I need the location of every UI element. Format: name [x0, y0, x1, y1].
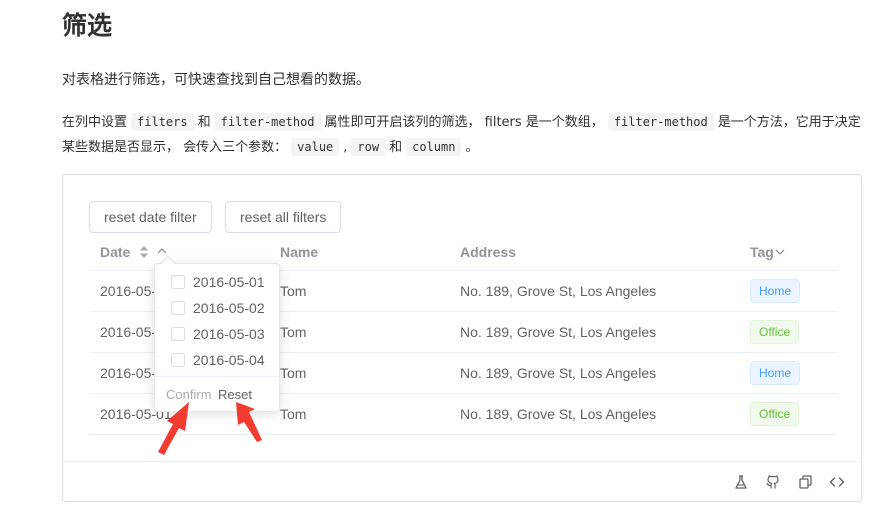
- page-detail: 在列中设置 filters 和 filter-method 属性即可开启该列的筛选， f…: [62, 110, 866, 160]
- detail-text: 属性即可开启该列的筛选， filters 是一个数组，: [324, 115, 604, 130]
- code-filter-method: filter-method: [607, 113, 714, 131]
- code-value: value: [291, 138, 340, 156]
- tag-badge-office: Office: [750, 402, 800, 426]
- detail-text: 和: [197, 115, 211, 130]
- cell-name: Tom: [280, 365, 307, 381]
- code-filters: filters: [131, 113, 194, 131]
- page-title: 筛选: [62, 11, 113, 40]
- filter-option-label: 2016-05-04: [193, 352, 265, 368]
- tag-badge-office: Office: [750, 320, 800, 344]
- copy-icon[interactable]: [797, 474, 813, 490]
- code-row: row: [351, 138, 386, 156]
- github-icon[interactable]: [765, 474, 781, 490]
- column-header-date[interactable]: Date: [100, 242, 130, 262]
- cell-date: 2016-05-: [100, 324, 157, 340]
- detail-text: 和: [389, 140, 403, 155]
- chevron-up-icon[interactable]: [156, 245, 168, 257]
- sort-caret-icon[interactable]: [139, 245, 149, 259]
- chevron-down-icon[interactable]: [774, 246, 786, 258]
- filter-option-label: 2016-05-02: [193, 300, 265, 316]
- filter-checkbox[interactable]: [171, 275, 185, 289]
- filter-checkbox[interactable]: [171, 327, 185, 341]
- cell-address: No. 189, Grove St, Los Angeles: [460, 324, 657, 340]
- code-icon[interactable]: [829, 474, 845, 490]
- cell-name: Tom: [280, 406, 307, 422]
- popover-footer: Confirm Reset: [155, 376, 279, 412]
- detail-separator: ,: [343, 140, 348, 155]
- filter-checkbox[interactable]: [171, 301, 185, 315]
- cell-name: Tom: [280, 283, 307, 299]
- cell-date: 2016-05-: [100, 283, 157, 299]
- filter-checkbox[interactable]: [171, 353, 185, 367]
- cell-date: 2016-05-: [100, 365, 157, 381]
- tag-badge-home: Home: [750, 361, 801, 385]
- filter-option-label: 2016-05-01: [193, 274, 265, 290]
- date-filter-popover: 2016-05-01 2016-05-02 2016-05-03 2016-05…: [154, 255, 280, 412]
- flask-icon[interactable]: [733, 474, 749, 490]
- detail-text: 在列中设置: [62, 115, 128, 130]
- code-column: column: [406, 138, 462, 156]
- demo-footer: [63, 461, 861, 502]
- code-filter-method: filter-method: [214, 113, 321, 131]
- cell-address: No. 189, Grove St, Los Angeles: [460, 365, 657, 381]
- cell-name: Tom: [280, 324, 307, 340]
- page-description: 对表格进行筛选，可快速查找到自己想看的数据。: [62, 72, 370, 88]
- reset-date-filter-button[interactable]: reset date filter: [89, 201, 212, 233]
- cell-address: No. 189, Grove St, Los Angeles: [460, 406, 657, 422]
- reset-all-filters-button[interactable]: reset all filters: [225, 201, 342, 233]
- column-header-tag[interactable]: Tag: [750, 242, 774, 262]
- cell-address: No. 189, Grove St, Los Angeles: [460, 283, 657, 299]
- column-header-name: Name: [280, 244, 319, 260]
- filter-confirm-button[interactable]: Confirm: [166, 386, 212, 404]
- filter-reset-button[interactable]: Reset: [218, 386, 252, 404]
- detail-text: 。: [465, 140, 479, 155]
- filter-option-label: 2016-05-03: [193, 326, 265, 342]
- tag-badge-home: Home: [750, 279, 801, 303]
- column-header-address: Address: [460, 244, 517, 260]
